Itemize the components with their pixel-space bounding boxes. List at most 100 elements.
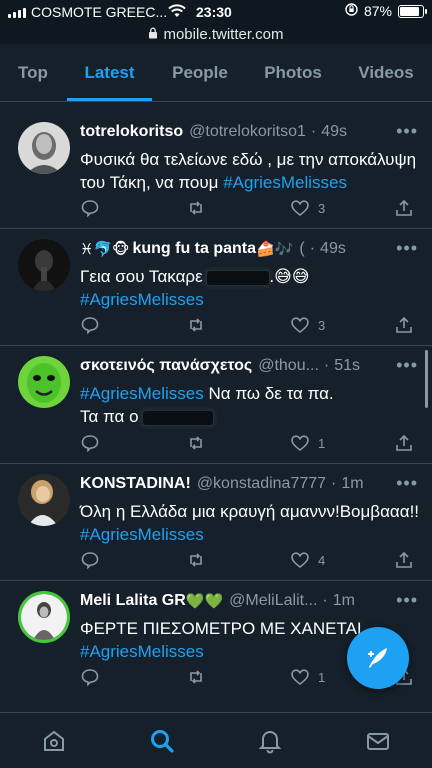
more-options-icon[interactable]: ••• — [396, 121, 418, 142]
search-icon[interactable] — [148, 727, 176, 755]
lock-icon — [148, 26, 158, 43]
like-count: 1 — [318, 435, 326, 451]
reply-button[interactable] — [80, 314, 100, 336]
share-button[interactable] — [394, 549, 414, 571]
more-options-icon[interactable]: ••• — [396, 473, 418, 494]
like-button[interactable]: 3 — [290, 314, 325, 336]
bottom-navigation — [0, 712, 432, 768]
tweet-time[interactable]: 49s — [321, 123, 347, 141]
share-button[interactable] — [394, 432, 414, 454]
name-emoji: 💚💚 — [185, 592, 224, 610]
tweet-author-name[interactable]: Meli Lalita GR — [80, 592, 186, 610]
compose-tweet-button[interactable] — [347, 627, 409, 689]
hashtag-link[interactable]: #AgriesMelisses — [80, 525, 204, 544]
tweet-time[interactable]: 1m — [333, 592, 355, 610]
tweet-author-handle[interactable]: ( — [299, 240, 304, 258]
avatar[interactable] — [18, 591, 70, 643]
tweet[interactable]: totrelokoritso @totrelokoritso1 · 49s ••… — [0, 112, 432, 229]
tweet-header: σκοτεινός πανάσχετος @thou... · 51s — [80, 357, 420, 375]
tweet-time[interactable]: 49s — [320, 240, 346, 258]
like-button[interactable]: 4 — [290, 549, 325, 571]
tweet-author-name[interactable]: σκοτεινός πανάσχετος — [80, 357, 252, 375]
reply-button[interactable] — [80, 197, 100, 219]
tweet-time[interactable]: 51s — [334, 357, 360, 375]
reply-button[interactable] — [80, 549, 100, 571]
reply-button[interactable] — [80, 432, 100, 454]
tweet[interactable]: ♓🐬🐵 kung fu ta panta 🍰🎶 ( · 49s ••• Γεια… — [0, 229, 432, 346]
reply-icon — [81, 317, 99, 335]
more-options-icon[interactable]: ••• — [396, 238, 418, 259]
scrollbar[interactable] — [425, 350, 428, 408]
reply-icon — [81, 435, 99, 453]
avatar[interactable] — [18, 356, 70, 408]
url-text: mobile.twitter.com — [163, 25, 284, 43]
like-button[interactable]: 3 — [290, 197, 325, 219]
signal-icon — [8, 6, 26, 18]
battery-icon — [398, 4, 427, 18]
tweet-actions: 4 — [80, 549, 420, 571]
heart-icon — [291, 435, 309, 452]
tweet-actions: 1 — [80, 432, 420, 454]
hashtag-link[interactable]: #AgriesMelisses — [80, 642, 204, 661]
home-icon[interactable] — [40, 727, 68, 755]
rotation-lock-icon — [345, 3, 358, 19]
like-button[interactable]: 1 — [290, 666, 325, 688]
like-count: 1 — [318, 669, 326, 685]
tweet[interactable]: σκοτεινός πανάσχετος @thou... · 51s ••• … — [0, 346, 432, 464]
tweet-author-handle[interactable]: @konstadina7777 — [197, 475, 326, 493]
tweet-text: Φυσικά θα τελείωνε εδώ , με την αποκάλυψ… — [80, 148, 420, 194]
tweet-text: Γεια σου Τακαρε .😅😅 #AgriesMelisses — [80, 265, 420, 311]
redacted-text — [207, 270, 270, 285]
tab-people[interactable]: People — [162, 44, 238, 101]
more-options-icon[interactable]: ••• — [396, 355, 418, 376]
address-bar[interactable]: mobile.twitter.com — [0, 24, 432, 44]
retweet-button[interactable] — [186, 549, 206, 571]
separator-dot: · — [323, 357, 330, 374]
search-tabs: Top Latest People Photos Videos — [0, 44, 432, 102]
tweet-author-handle[interactable]: @MeliLalit... — [229, 592, 317, 610]
tab-photos[interactable]: Photos — [256, 44, 330, 101]
tweet[interactable]: KONSTADINA! @konstadina7777 · 1m ••• Όλη… — [0, 464, 432, 581]
tweet-header: Meli Lalita GR 💚💚 @MeliLalit... · 1m — [80, 592, 420, 610]
reply-button[interactable] — [80, 666, 100, 688]
tab-videos[interactable]: Videos — [350, 44, 422, 101]
retweet-button[interactable] — [186, 666, 206, 688]
tweet-author-handle[interactable]: @thou... — [258, 357, 319, 375]
tab-latest[interactable]: Latest — [67, 44, 152, 101]
retweet-button[interactable] — [186, 197, 206, 219]
tweet-author-name[interactable]: totrelokoritso — [80, 123, 183, 141]
share-button[interactable] — [394, 197, 414, 219]
heart-icon — [291, 669, 309, 686]
retweet-button[interactable] — [186, 432, 206, 454]
hashtag-link[interactable]: #AgriesMelisses — [80, 290, 204, 309]
tweet-text: #AgriesMelisses Να πω δε τα πα. Τα πα ο — [80, 382, 420, 428]
tweet-text: Όλη η Ελλάδα μια κραυγή αμαννν!Βομβααα!!… — [80, 500, 420, 546]
separator-dot: · — [310, 123, 317, 140]
avatar[interactable] — [18, 239, 70, 291]
hashtag-link[interactable]: #AgriesMelisses — [223, 173, 347, 192]
tab-top[interactable]: Top — [10, 44, 56, 101]
separator-dot: · — [322, 592, 328, 609]
more-options-icon[interactable]: ••• — [396, 590, 418, 611]
tweet-time[interactable]: 1m — [341, 475, 363, 493]
avatar[interactable] — [18, 122, 70, 174]
status-bar: COSMOTE GREEC... 23:30 87% — [0, 0, 432, 24]
bell-icon[interactable] — [256, 727, 284, 755]
retweet-button[interactable] — [186, 314, 206, 336]
share-icon — [396, 434, 412, 451]
redacted-text — [143, 410, 214, 425]
share-button[interactable] — [394, 314, 414, 336]
tweet-author-handle[interactable]: @totrelokoritso1 — [189, 123, 306, 141]
tweet-header: totrelokoritso @totrelokoritso1 · 49s — [80, 123, 420, 141]
hashtag-link[interactable]: #AgriesMelisses — [80, 384, 204, 403]
tweet-author-name[interactable]: KONSTADINA! — [80, 475, 191, 493]
compose-icon — [368, 648, 387, 668]
mail-icon[interactable] — [364, 727, 392, 755]
share-icon — [396, 316, 412, 333]
tweet-author-name[interactable]: kung fu ta panta — [132, 240, 256, 258]
avatar[interactable] — [18, 474, 70, 526]
retweet-icon — [190, 436, 202, 450]
like-button[interactable]: 1 — [290, 432, 325, 454]
share-icon — [396, 551, 412, 568]
tweet-feed[interactable]: totrelokoritso @totrelokoritso1 · 49s ••… — [0, 112, 432, 712]
